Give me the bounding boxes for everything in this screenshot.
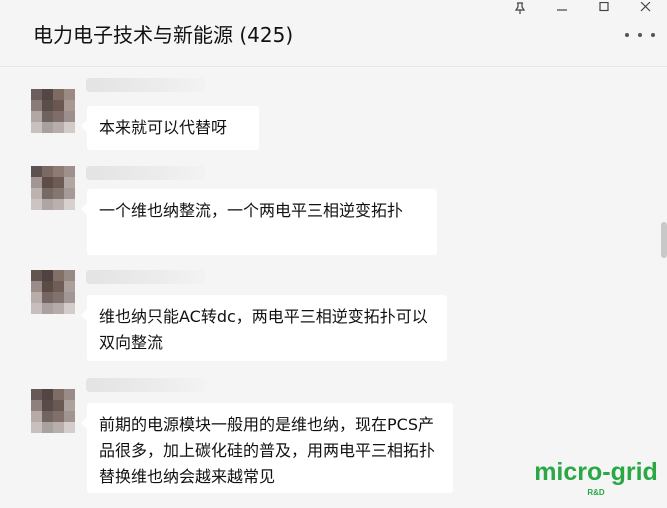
message-bubble[interactable]: 前期的电源模块一般用的是维也纳，现在PCS产品很多，加上碳化硅的普及，用两电平三…: [81, 403, 453, 493]
message-text: 一个维也纳整流，一个两电平三相逆变拓扑: [99, 201, 404, 220]
avatar[interactable]: [31, 89, 75, 133]
maximize-icon[interactable]: [583, 0, 625, 16]
message-bubble[interactable]: 本来就可以代替呀: [81, 106, 259, 150]
watermark-subtext: R&D: [587, 488, 605, 497]
message-text: 前期的电源模块一般用的是维也纳，现在PCS产品很多，加上碳化硅的普及，用两电平三…: [99, 415, 436, 486]
minimize-icon[interactable]: [541, 0, 583, 16]
message-text: 维也纳只能AC转dc，两电平三相逆变拓扑可以双向整流: [99, 307, 428, 352]
watermark-text: micro-grid: [534, 458, 658, 486]
message-bubble[interactable]: 维也纳只能AC转dc，两电平三相逆变拓扑可以双向整流: [81, 295, 447, 361]
sender-name-blurred: [86, 166, 206, 180]
window-controls: [499, 0, 667, 16]
scrollbar[interactable]: [661, 222, 667, 258]
chat-title: 电力电子技术与新能源 (425): [33, 23, 294, 47]
sender-name-blurred: [86, 78, 206, 92]
message-text: 本来就可以代替呀: [99, 118, 228, 137]
sender-name-blurred: [86, 378, 206, 392]
avatar[interactable]: [31, 270, 75, 314]
sender-name-blurred: [86, 270, 206, 284]
watermark-logo: micro-grid R&D: [534, 458, 658, 498]
chat-window: 电力电子技术与新能源 (425) 本来就可以代替呀 一个维也纳整流，一个两电平三…: [0, 0, 667, 508]
message-bubble[interactable]: 一个维也纳整流，一个两电平三相逆变拓扑: [81, 189, 437, 255]
pin-icon[interactable]: [499, 0, 541, 16]
avatar[interactable]: [31, 166, 75, 210]
more-options-icon[interactable]: [625, 29, 655, 41]
avatar[interactable]: [31, 389, 75, 433]
close-icon[interactable]: [625, 0, 667, 16]
